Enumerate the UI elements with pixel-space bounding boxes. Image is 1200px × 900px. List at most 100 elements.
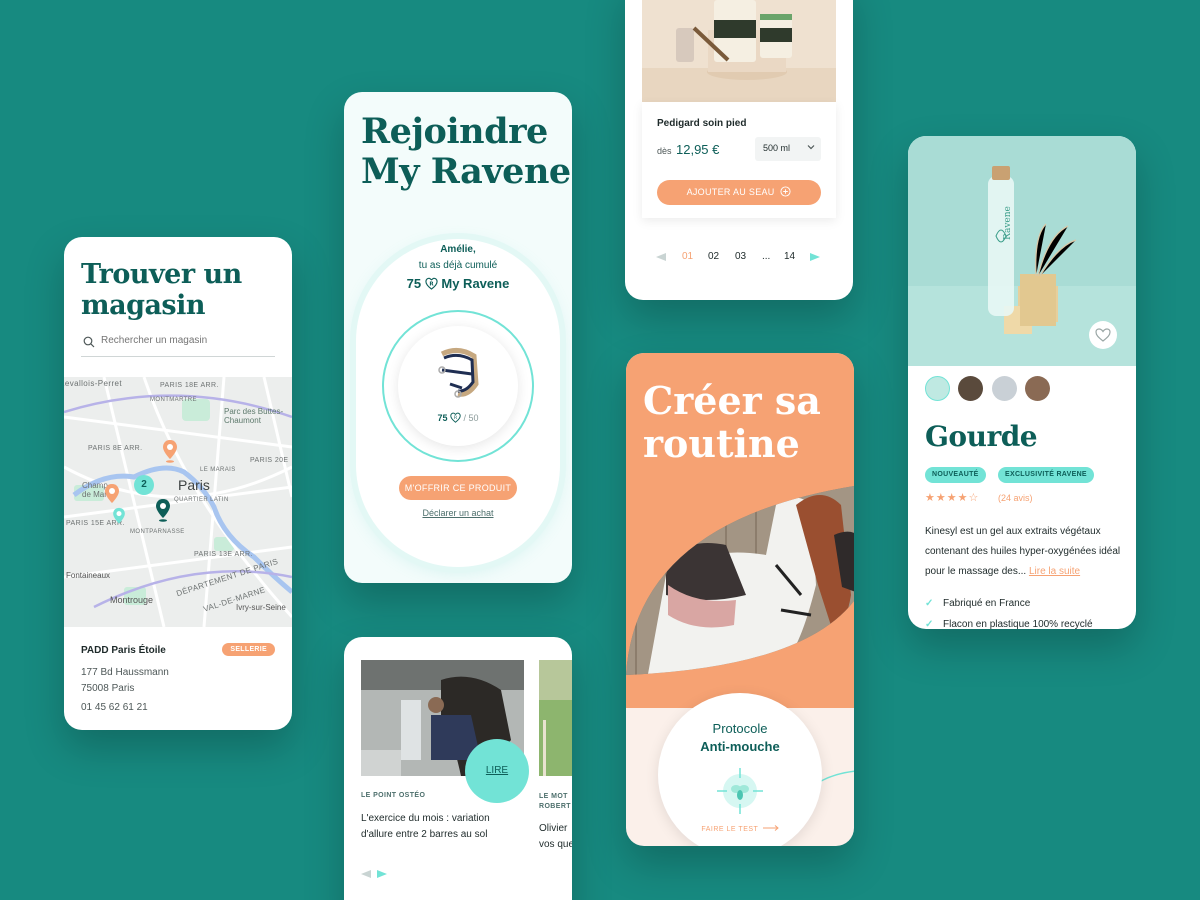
map-label: Parc des Buttes-Chaumont xyxy=(224,407,284,425)
map-label: LE MARAIS xyxy=(200,467,236,473)
store-locator-title: Trouver un magasin xyxy=(81,259,242,321)
review-count[interactable]: (24 avis) xyxy=(998,493,1033,503)
check-icon: ✓ xyxy=(925,598,934,609)
title-line-1: Créer sa xyxy=(643,378,821,423)
store-locator-card: Trouver un magasin Levallois-Perret P xyxy=(64,237,292,730)
reward-product[interactable]: 75 R / 50 xyxy=(398,326,518,446)
take-test-link[interactable]: FAIRE LE TEST xyxy=(658,825,822,833)
thumbnail[interactable] xyxy=(925,376,950,401)
protocol-card[interactable]: Protocole Anti-mouche FAIRE LE TEST xyxy=(658,693,822,846)
greeting-text: tu as déjà cumulé xyxy=(418,260,498,271)
carousel-arrows xyxy=(361,870,391,880)
horses-photo xyxy=(626,483,854,675)
title-line-1: Rejoindre xyxy=(361,111,548,152)
product-card: Pedigard soin pied dès 12,95 € 500 ml Aj… xyxy=(625,0,853,300)
price-prefix: dès xyxy=(657,146,672,156)
redeem-product-button[interactable]: M'offrir ce produit xyxy=(399,476,517,500)
previous-page-icon[interactable] xyxy=(656,253,666,261)
next-page-icon[interactable] xyxy=(810,253,820,261)
blog-card: LIRE LE POINT OSTÉO L'exercice du mois :… xyxy=(344,637,572,900)
add-to-cart-label: Ajouter au seau xyxy=(686,187,775,197)
plus-circle-icon xyxy=(780,186,791,197)
map-label: Ivry-sur-Seine xyxy=(236,603,286,612)
feature-text: Fabriqué en France xyxy=(943,598,1031,609)
store-name[interactable]: PADD Paris Étoile xyxy=(81,645,166,656)
ravene-points-icon: R xyxy=(450,412,461,423)
halter-icon xyxy=(438,348,479,398)
text-line-2: vos que xyxy=(539,839,572,850)
category-line-1: LE MOT xyxy=(539,793,568,800)
map-label: Levallois-Perret xyxy=(64,379,122,388)
page-link-current[interactable]: 01 xyxy=(682,251,693,262)
progress-total: / 50 xyxy=(463,413,479,423)
loyalty-title: Rejoindre My Ravene xyxy=(361,112,571,192)
feature-item: ✓ Fabriqué en France xyxy=(925,598,1030,609)
store-phone[interactable]: 01 45 62 61 21 xyxy=(81,702,148,713)
points-value: 75 xyxy=(406,276,422,291)
category-line-2: ROBERT xyxy=(539,803,571,810)
fly-target-icon xyxy=(717,768,763,814)
size-select-value: 500 ml xyxy=(763,143,791,153)
product-details: Pedigard soin pied dès 12,95 € 500 ml Aj… xyxy=(642,102,836,218)
thumbnail[interactable] xyxy=(1025,376,1050,401)
tag-exclusive: EXCLUSIVITÉ RAVENE xyxy=(998,467,1094,483)
article-image[interactable] xyxy=(539,660,572,776)
article-title[interactable]: L'exercice du mois : variation d'allure … xyxy=(361,811,511,843)
map-cluster-marker[interactable]: 2 xyxy=(134,475,154,495)
read-article-button[interactable]: LIRE xyxy=(465,739,529,803)
description-text: Kinesyl est un gel aux extraits végétaux… xyxy=(925,526,1121,577)
chevron-down-icon xyxy=(807,145,815,150)
map-label: QUARTIER LATIN xyxy=(174,497,229,503)
reward-progress: 75 R / 50 xyxy=(398,412,518,423)
map-pin-icon[interactable] xyxy=(162,439,178,463)
feature-item: ✓ Flacon en plastique 100% recyclé xyxy=(925,619,1093,629)
protocol-label: Protocole xyxy=(712,721,768,736)
feature-text: Flacon en plastique 100% recyclé xyxy=(943,619,1093,629)
article-title[interactable]: Olivier vos que xyxy=(539,821,572,853)
product-name[interactable]: Pedigard soin pied xyxy=(657,118,746,129)
map-pin-icon[interactable] xyxy=(155,498,171,522)
map-pin-icon[interactable] xyxy=(104,483,120,507)
reward-progress-ring: 75 R / 50 xyxy=(382,310,534,462)
map-city-label: Paris xyxy=(178,477,210,493)
map-label: MONTPARNASSE xyxy=(130,529,185,535)
thumbnail[interactable] xyxy=(958,376,983,401)
product-image[interactable] xyxy=(642,0,836,102)
store-address: 177 Bd Haussmann 75008 Paris xyxy=(81,665,169,697)
page-link[interactable]: 02 xyxy=(708,251,719,262)
map-label: Montrouge xyxy=(110,595,154,605)
page-ellipsis: ... xyxy=(762,251,771,262)
store-map[interactable]: Levallois-Perret PARIS 18E ARR. MONTMART… xyxy=(64,377,292,627)
points-label: My Ravene xyxy=(441,276,510,291)
loyalty-card: Rejoindre My Ravene Amélie, tu as déjà c… xyxy=(344,92,572,583)
take-test-label: FAIRE LE TEST xyxy=(701,826,759,833)
heart-icon xyxy=(1095,328,1111,342)
title-line-2: My Ravene xyxy=(361,151,571,192)
pagination: 01 02 03 ... 14 xyxy=(656,251,826,267)
title-line-1: Trouver un xyxy=(81,259,242,290)
map-pin-icon[interactable] xyxy=(112,507,126,527)
product-description: Kinesyl est un gel aux extraits végétaux… xyxy=(925,522,1125,582)
article-category: LE MOT ROBERT xyxy=(539,792,571,812)
previous-icon[interactable] xyxy=(361,870,371,878)
tag-new: NOUVEAUTÉ xyxy=(925,467,986,483)
declare-purchase-link[interactable]: Déclarer un achat xyxy=(344,508,572,518)
star-rating: ★★★★☆ xyxy=(925,492,980,504)
thumbnail[interactable] xyxy=(992,376,1017,401)
page-link[interactable]: 03 xyxy=(735,251,746,262)
read-more-link[interactable]: Lire la suite xyxy=(1029,566,1080,577)
search-icon xyxy=(83,336,95,348)
arrow-right-icon xyxy=(762,825,779,831)
next-icon[interactable] xyxy=(377,870,387,878)
size-select[interactable]: 500 ml xyxy=(755,137,821,161)
favorite-button[interactable] xyxy=(1089,321,1117,349)
product-title: Gourde xyxy=(925,420,1038,453)
bottle-logo-text: Ravene xyxy=(1003,206,1013,240)
article-category: LE POINT OSTÉO xyxy=(361,792,426,799)
search-input[interactable] xyxy=(101,335,271,346)
progress-current: 75 xyxy=(437,413,448,423)
add-to-cart-button[interactable]: Ajouter au seau xyxy=(657,180,821,205)
page-link[interactable]: 14 xyxy=(784,251,795,262)
store-search-field[interactable] xyxy=(81,333,275,357)
map-label: PARIS 20E xyxy=(250,457,289,464)
